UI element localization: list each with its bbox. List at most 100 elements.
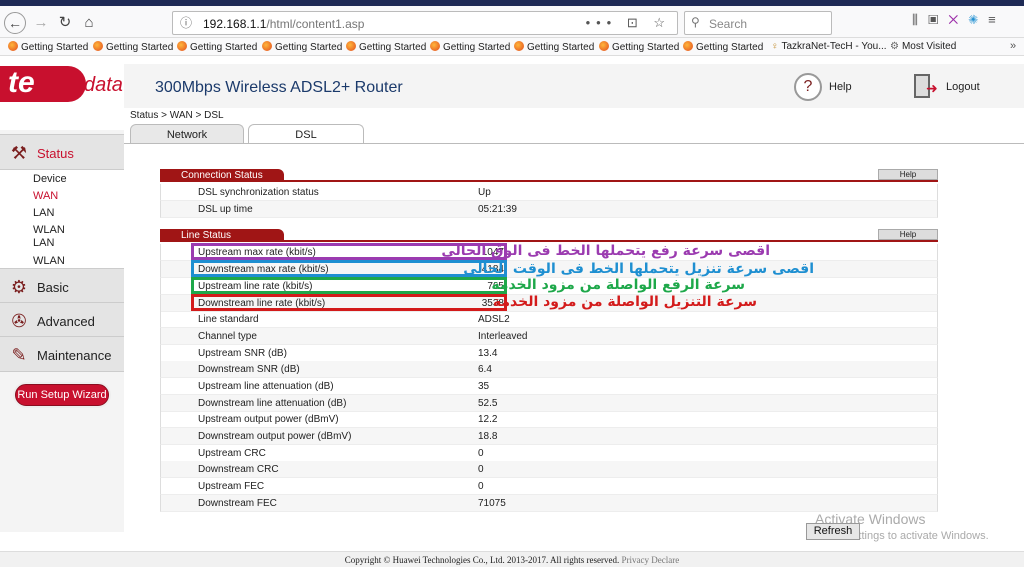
line-status-help-button[interactable]: Help: [878, 229, 938, 240]
run-setup-wizard-button[interactable]: Run Setup Wizard: [15, 384, 109, 406]
tab-network[interactable]: Network: [130, 124, 244, 144]
gear-icon: ⚙: [890, 41, 899, 52]
bookmark-item[interactable]: Getting Started: [430, 41, 510, 53]
tools-icon: ✇: [11, 311, 27, 331]
table-row: Line standard ADSL2: [160, 311, 938, 328]
table-row: Downstream SNR (dB) 6.4: [160, 361, 938, 378]
bookmark-item[interactable]: Getting Started: [346, 41, 426, 53]
sidebar-item-maintenance[interactable]: ✎ Maintenance: [0, 336, 124, 372]
chevron-right-icon[interactable]: »: [1010, 40, 1016, 52]
firefox-icon: [177, 41, 187, 51]
firefox-icon: [346, 41, 356, 51]
wrench-icon: ✎: [11, 345, 27, 365]
refresh-button[interactable]: Refresh: [806, 523, 860, 540]
logout-door-icon[interactable]: ➜: [914, 74, 940, 100]
highlight-box-upstream-line: [191, 277, 507, 294]
firefox-icon: [93, 41, 103, 51]
sidebar-item-advanced[interactable]: ✇ Advanced: [0, 302, 124, 338]
bookmark-most-visited[interactable]: ⚙ Most Visited: [890, 41, 956, 52]
page-root: ← → ↻ ⌂ ⓘ 192.168.1.1/html/content1.asp …: [0, 0, 1024, 567]
breadcrumb: Status > WAN > DSL: [130, 110, 224, 121]
bookmark-item[interactable]: Getting Started: [8, 41, 88, 53]
sidebar-item-device[interactable]: Device: [33, 173, 67, 185]
browser-toolbar: ← → ↻ ⌂ ⓘ 192.168.1.1/html/content1.asp …: [0, 6, 1024, 38]
te-data-logo: te data: [0, 64, 124, 106]
table-row: DSL up time 05:21:39: [160, 201, 938, 218]
bookmark-item[interactable]: Getting Started: [514, 41, 594, 53]
bookmark-item[interactable]: ♀ TazkraNet-TecH - You...: [771, 41, 887, 52]
search-input[interactable]: ⚲ Search: [684, 11, 832, 35]
bookmark-item[interactable]: Getting Started: [262, 41, 342, 53]
table-row: Channel type Interleaved: [160, 328, 938, 345]
home-icon[interactable]: ⌂: [78, 12, 100, 34]
firefox-icon: [430, 41, 440, 51]
firefox-icon: [8, 41, 18, 51]
search-icon: ⚲: [691, 15, 700, 29]
sidebar-item-status[interactable]: ⚒ Status: [0, 134, 124, 170]
reload-icon[interactable]: ↻: [54, 12, 76, 34]
sidebar-item-wlan-2[interactable]: WLAN: [33, 255, 65, 267]
bookmark-item[interactable]: Getting Started: [683, 41, 763, 53]
page-title: 300Mbps Wireless ADSL2+ Router: [155, 79, 403, 96]
table-row: Upstream CRC 0: [160, 445, 938, 462]
footer: Copyright © Huawei Technologies Co., Ltd…: [0, 551, 1024, 567]
bulb-icon: ♀: [771, 41, 779, 52]
sidebar-item-lan-2[interactable]: LAN: [33, 237, 54, 249]
logo-badge: te: [0, 66, 86, 102]
firefox-icon: [514, 41, 524, 51]
extension-x-icon: ✕: [948, 12, 969, 27]
page-actions-icon[interactable]: ••• ⊡ ☆: [586, 15, 671, 31]
gear-icon: ⚙: [10, 277, 28, 297]
bookmark-item[interactable]: Getting Started: [93, 41, 173, 53]
url-bar[interactable]: ⓘ 192.168.1.1/html/content1.asp ••• ⊡ ☆: [172, 11, 678, 35]
connection-status-header: Connection Status Help: [160, 169, 938, 182]
sidebar-item-lan[interactable]: LAN: [33, 207, 54, 219]
privacy-link[interactable]: Privacy Declare: [622, 555, 680, 565]
menu-icon: ≡: [988, 12, 1006, 27]
sidebar-sub-bg: [0, 238, 124, 255]
logout-link[interactable]: Logout: [946, 81, 980, 93]
tab-dsl[interactable]: DSL: [248, 124, 364, 144]
sidebar-icon: ▣: [927, 12, 949, 27]
table-row: Downstream line attenuation (dB) 52.5: [160, 395, 938, 412]
annotation-downstream-line: سرعة التنزيل الواصلة من مزود الخدمة: [492, 294, 757, 310]
wrench-icon: ⚒: [10, 143, 28, 163]
logo-sub: data: [84, 74, 123, 96]
sidebar-item-wan[interactable]: WAN: [33, 190, 58, 202]
help-question-icon[interactable]: ?: [794, 73, 822, 101]
bookmark-item[interactable]: Getting Started: [177, 41, 257, 53]
search-placeholder: Search: [709, 17, 748, 31]
connection-status-help-button[interactable]: Help: [878, 169, 938, 180]
help-link[interactable]: Help: [829, 81, 852, 93]
bookmark-item[interactable]: Getting Started: [599, 41, 679, 53]
annotation-upstream-line: سرعة الرفع الواصلة من مزود الخدمة: [491, 277, 745, 293]
library-icon: ⫼: [912, 12, 928, 27]
firefox-icon: [599, 41, 609, 51]
router-header: 300Mbps Wireless ADSL2+ Router ? Help ➜ …: [124, 64, 1024, 108]
table-row: Upstream line attenuation (dB) 35: [160, 378, 938, 395]
sidebar-sub-bg: [0, 187, 124, 204]
firefox-icon: [262, 41, 272, 51]
connection-status-title: Connection Status: [160, 169, 284, 182]
annotation-downstream-max: اقصى سرعة تنزيل يتحملها الخط فى الوقت ال…: [463, 261, 814, 277]
toolbar-icons[interactable]: ⫼▣✕✺≡: [912, 12, 1006, 28]
info-icon[interactable]: ⓘ: [180, 15, 194, 30]
sidebar-item-basic[interactable]: ⚙ Basic: [0, 268, 124, 304]
copyright-text: Copyright © Huawei Technologies Co., Ltd…: [344, 555, 620, 565]
highlight-box-downstream-max: [191, 260, 507, 277]
table-row: Upstream SNR (dB) 13.4: [160, 345, 938, 362]
tab-divider: [124, 143, 1024, 144]
table-row: Upstream output power (dBmV) 12.2: [160, 411, 938, 428]
sidebar-item-wlan[interactable]: WLAN: [33, 224, 65, 236]
line-status-title: Line Status: [160, 229, 284, 242]
annotation-upstream-max: اقصى سرعة رفع يتحملها الخط فى الوق الحال…: [441, 243, 770, 259]
forward-arrow-icon[interactable]: →: [30, 12, 52, 34]
firefox-icon: [683, 41, 693, 51]
table-row: Downstream FEC 71075: [160, 495, 938, 512]
sidebar-sub-bg: [0, 204, 124, 221]
sidebar: ⚒ Status Device WAN LAN WLAN LAN WLAN ⚙ …: [0, 130, 124, 532]
line-status-header: Line Status Help: [160, 229, 938, 242]
table-row: DSL synchronization status Up: [160, 184, 938, 201]
back-arrow-icon[interactable]: ←: [4, 12, 26, 34]
extension-gear-icon: ✺: [968, 12, 989, 27]
